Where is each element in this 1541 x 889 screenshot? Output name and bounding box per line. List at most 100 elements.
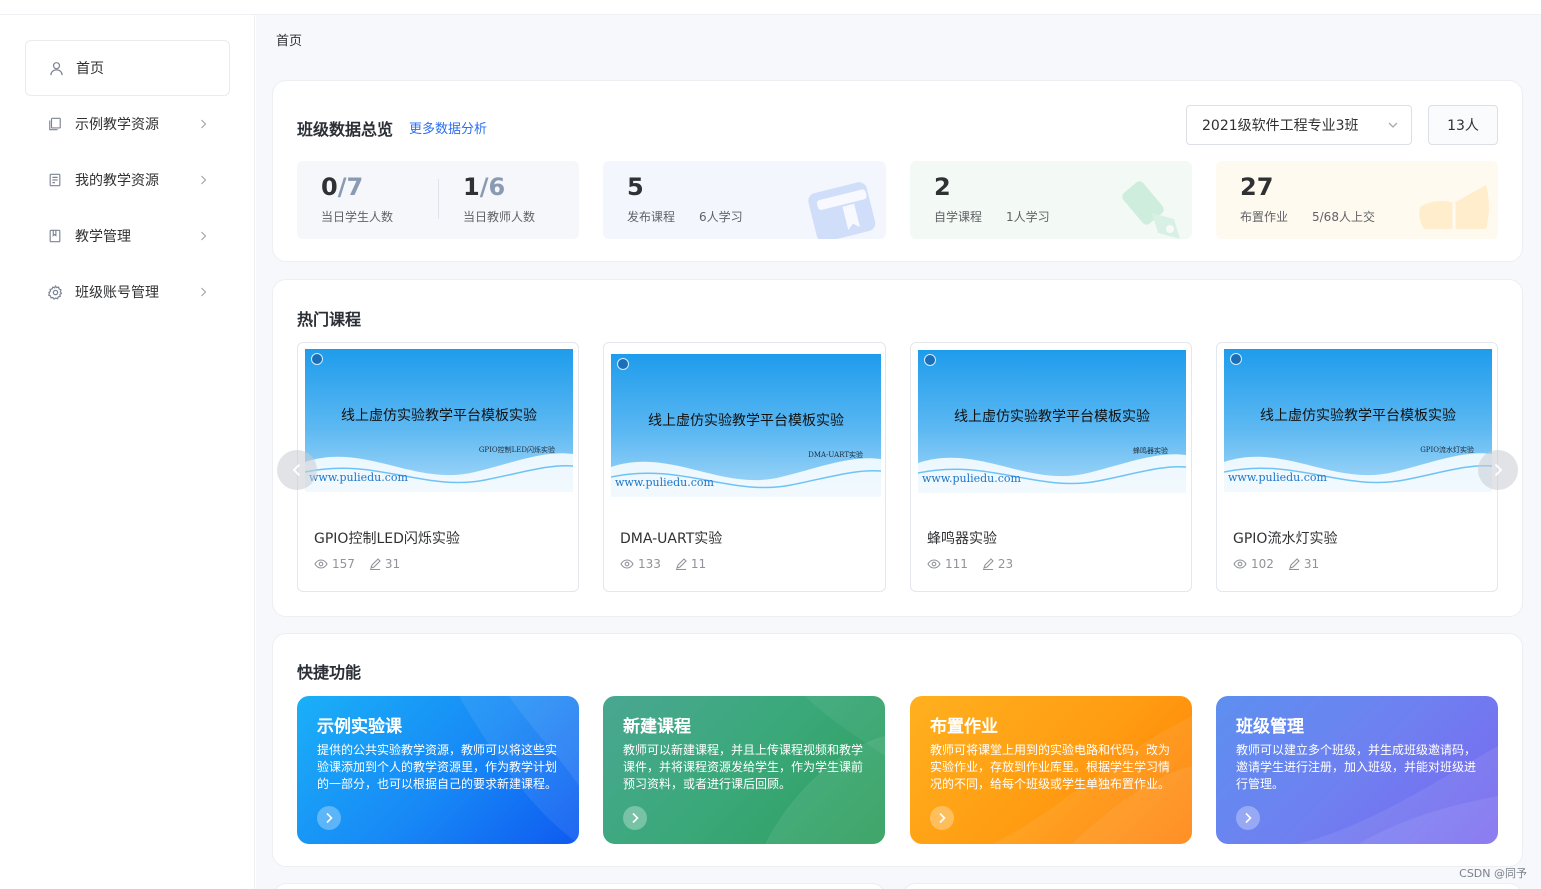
course-card[interactable]: 线上虚仿实验教学平台模板实验 GPIO控制LED闪烁实验 www.puliedu… (297, 342, 579, 592)
attendance-stat: 0/7 当日学生人数 1/6 当日教师人数 (297, 161, 579, 239)
go-button[interactable] (623, 806, 647, 830)
sidebar-item-label: 我的教学资源 (75, 173, 159, 189)
chevron-right-icon (326, 812, 333, 824)
hot-courses-title: 热门课程 (297, 310, 362, 329)
sidebar-item-my-resources[interactable]: 我的教学资源 (25, 152, 230, 208)
thumbnail-subtitle: 蜂鸣器实验 (1133, 447, 1168, 455)
thumbnail-title: 线上虚仿实验教学平台模板实验 (648, 413, 844, 429)
watermark: CSDN @同予 (1459, 867, 1527, 880)
go-button[interactable] (317, 806, 341, 830)
chevron-right-icon (1245, 812, 1252, 824)
quick-card-title: 班级管理 (1236, 717, 1304, 737)
quick-card-desc: 教师可以建立多个班级，并生成班级邀请码，邀请学生进行注册，加入班级，并能对班级进… (1236, 743, 1477, 791)
homework-label: 布置作业 (1240, 210, 1289, 224)
pen-icon (1108, 173, 1192, 239)
course-card[interactable]: 线上虚仿实验教学平台模板实验 蜂鸣器实验 www.puliedu.com 蜂鸣器… (910, 342, 1192, 592)
self-study-stat: 2 自学课程 1人学习 (910, 161, 1192, 239)
quick-card-desc: 教师可将课堂上用到的实验电路和代码，改为实验作业，存放到作业库里。根据学生学习情… (930, 743, 1171, 791)
breadcrumb: 首页 (276, 34, 303, 49)
user-icon (48, 60, 64, 76)
published-courses-label: 发布课程 (627, 210, 676, 224)
logo-icon (1230, 353, 1242, 365)
course-thumbnail: 线上虚仿实验教学平台模板实验 DMA-UART实验 www.puliedu.co… (611, 354, 881, 497)
eye-icon (314, 559, 328, 569)
view-count: 133 (638, 557, 661, 571)
bottom-card-right (902, 883, 1523, 889)
course-thumbnail: 线上虚仿实验教学平台模板实验 GPIO流水灯实验 www.puliedu.com (1224, 349, 1492, 492)
copy-icon (47, 116, 63, 132)
published-learners: 6人学习 (699, 210, 743, 224)
go-button[interactable] (930, 806, 954, 830)
sidebar-item-label: 教学管理 (75, 229, 131, 245)
course-card[interactable]: 线上虚仿实验教学平台模板实验 DMA-UART实验 www.puliedu.co… (603, 342, 886, 592)
course-thumbnail: 线上虚仿实验教学平台模板实验 GPIO控制LED闪烁实验 www.puliedu… (305, 349, 573, 492)
book-icon (47, 228, 63, 244)
quick-card-class-management[interactable]: 班级管理 教师可以建立多个班级，并生成班级邀请码，邀请学生进行注册，加入班级，并… (1216, 696, 1498, 844)
chevron-right-icon (632, 812, 639, 824)
student-count-badge: 13人 (1428, 105, 1498, 145)
bottom-card-left (272, 883, 886, 889)
carousel-prev-button[interactable] (277, 450, 317, 490)
chevron-right-icon (198, 231, 208, 241)
student-attendance-value: 0/7 (321, 173, 364, 201)
course-thumbnail: 线上虚仿实验教学平台模板实验 蜂鸣器实验 www.puliedu.com (918, 350, 1186, 493)
course-meta: 133 11 (620, 557, 720, 571)
quick-card-new-course[interactable]: 新建课程 教师可以新建课程，并且上传课程视频和教学课件，并将课程资源发给学生，作… (603, 696, 885, 844)
quick-card-title: 示例实验课 (317, 717, 402, 737)
edit-icon (982, 558, 994, 570)
sidebar-item-home[interactable]: 首页 (25, 40, 230, 96)
homework-submitted: 5/68人上交 (1312, 210, 1375, 224)
overview-title: 班级数据总览 (297, 120, 394, 139)
thumbnail-url: www.puliedu.com (922, 472, 1021, 485)
quick-functions-title: 快捷功能 (297, 663, 362, 682)
quick-card-example-course[interactable]: 示例实验课 提供的公共实验教学资源，教师可以将这些实验课添加到个人的教学资源里，… (297, 696, 579, 844)
thumbnail-subtitle: GPIO控制LED闪烁实验 (478, 446, 555, 454)
sidebar-item-label: 示例教学资源 (75, 117, 159, 133)
course-meta: 102 31 (1233, 557, 1333, 571)
thumbnail-subtitle: GPIO流水灯实验 (1420, 446, 1474, 454)
student-attendance-label: 当日学生人数 (321, 210, 394, 224)
course-name: GPIO流水灯实验 (1233, 531, 1338, 547)
stat-divider (438, 179, 439, 219)
thumbnail-title: 线上虚仿实验教学平台模板实验 (1260, 408, 1456, 424)
edit-icon (1288, 558, 1300, 570)
sidebar-item-teaching-management[interactable]: 教学管理 (25, 208, 230, 264)
class-select-value: 2021级软件工程专业3班 (1202, 118, 1359, 134)
sidebar-item-example-resources[interactable]: 示例教学资源 (25, 96, 230, 152)
hot-courses-card: 热门课程 线上虚仿实验教学平台模板实验 GPIO控制LED闪烁实验 www.pu… (272, 279, 1523, 617)
edit-icon (369, 558, 381, 570)
carousel-next-button[interactable] (1478, 450, 1518, 490)
go-button[interactable] (1236, 806, 1260, 830)
view-count: 157 (332, 557, 355, 571)
quick-card-title: 新建课程 (623, 717, 691, 737)
quick-card-assign-homework[interactable]: 布置作业 教师可将课堂上用到的实验电路和代码，改为实验作业，存放到作业库里。根据… (910, 696, 1192, 844)
chevron-down-icon (1387, 119, 1399, 135)
edit-count: 31 (384, 557, 401, 571)
self-study-label: 自学课程 (934, 210, 983, 224)
published-courses-value: 5 (627, 173, 644, 201)
thumbnail-title: 线上虚仿实验教学平台模板实验 (341, 408, 537, 424)
quick-card-desc: 教师可以新建课程，并且上传课程视频和教学课件，并将课程资源发给学生，作为学生课前… (623, 743, 864, 791)
thumbnail-url: www.puliedu.com (309, 471, 408, 484)
chevron-right-icon (1494, 463, 1503, 477)
thumbnail-subtitle: DMA-UART实验 (808, 451, 863, 459)
teacher-attendance-value: 1/6 (463, 173, 506, 201)
course-card[interactable]: 线上虚仿实验教学平台模板实验 GPIO流水灯实验 www.puliedu.com… (1216, 342, 1498, 592)
logo-icon (924, 354, 936, 366)
published-courses-stat: 5 发布课程 6人学习 (603, 161, 886, 239)
chevron-right-icon (198, 287, 208, 297)
homework-value: 27 (1240, 173, 1274, 201)
thumbnail-url: www.puliedu.com (615, 476, 714, 489)
course-meta: 157 31 (314, 557, 414, 571)
class-overview-card: 班级数据总览 更多数据分析 2021级软件工程专业3班 13人 0/7 当日学生… (272, 80, 1523, 262)
eye-icon (1233, 559, 1247, 569)
chevron-right-icon (198, 119, 208, 129)
view-count: 102 (1251, 557, 1274, 571)
view-count: 111 (945, 557, 968, 571)
self-study-learners: 1人学习 (1006, 210, 1050, 224)
class-select[interactable]: 2021级软件工程专业3班 (1186, 105, 1412, 145)
sidebar-item-class-accounts[interactable]: 班级账号管理 (25, 264, 230, 320)
more-analysis-link[interactable]: 更多数据分析 (409, 118, 487, 137)
edit-icon (675, 558, 687, 570)
quick-card-title: 布置作业 (930, 717, 998, 737)
